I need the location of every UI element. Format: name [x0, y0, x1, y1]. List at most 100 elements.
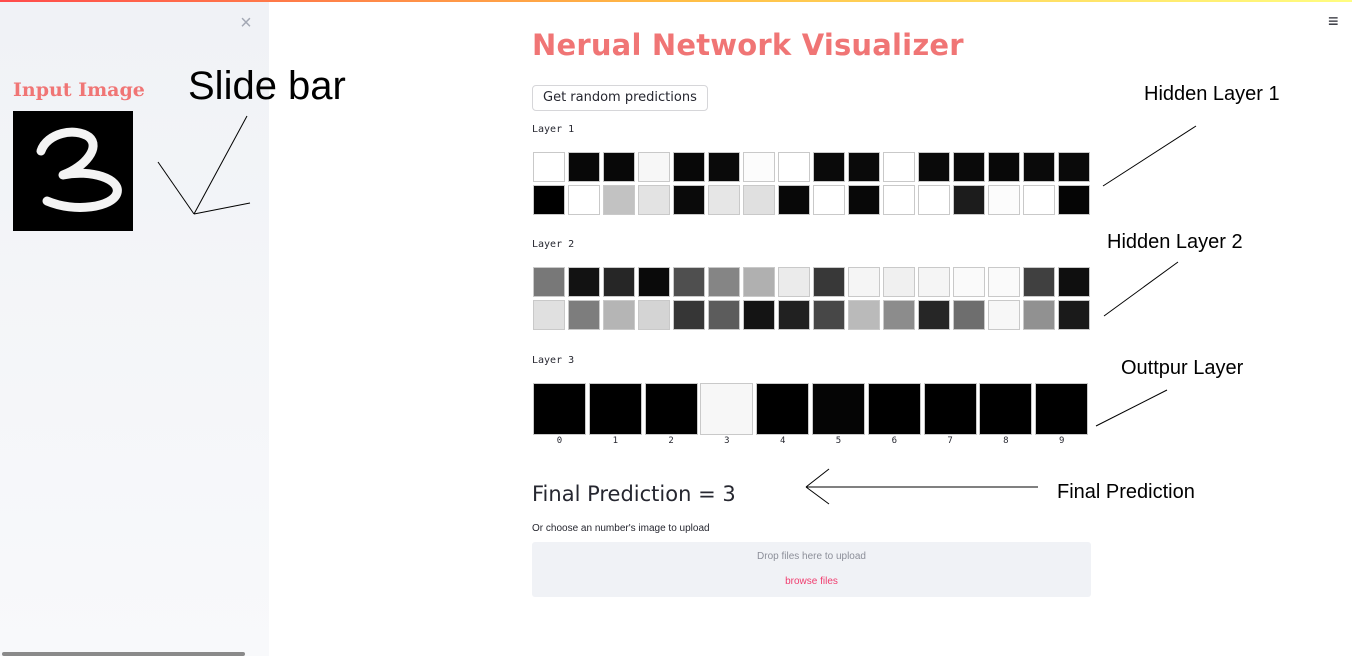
output-neuron-label: 9 [1058, 436, 1065, 446]
layer-2-label: Layer 2 [532, 239, 575, 250]
output-neuron-cell [812, 383, 865, 435]
neuron-cell [953, 300, 985, 330]
neuron-cell [813, 152, 845, 182]
output-neuron-label: 5 [835, 436, 842, 446]
neuron-cell [778, 152, 810, 182]
neuron-cell [533, 300, 565, 330]
neuron-cell [673, 185, 705, 215]
output-layer-pointer [1095, 389, 1168, 427]
get-random-predictions-button[interactable]: Get random predictions [532, 85, 708, 111]
neuron-cell [568, 185, 600, 215]
output-neuron-label: 0 [556, 436, 563, 446]
drop-text: Drop files here to upload [757, 551, 866, 562]
final-prediction-text: Final Prediction = 3 [532, 482, 736, 506]
neuron-cell [708, 185, 740, 215]
neuron-cell [638, 152, 670, 182]
sidebar-scrollbar[interactable] [2, 652, 245, 656]
annotation-output-layer: Outtpur Layer [1121, 357, 1244, 379]
neuron-cell [533, 185, 565, 215]
output-neuron-cell [533, 383, 586, 435]
hamburger-menu-icon[interactable]: ≡ [1328, 10, 1346, 32]
neuron-cell [778, 300, 810, 330]
neuron-cell [568, 300, 600, 330]
layer-1-label: Layer 1 [532, 124, 575, 135]
final-prediction-arrow-head-bottom [805, 486, 830, 505]
neuron-cell [533, 152, 565, 182]
annotation-hidden-layer-2: Hidden Layer 2 [1107, 231, 1243, 253]
neuron-cell [603, 300, 635, 330]
neuron-cell [813, 300, 845, 330]
neuron-cell [603, 267, 635, 297]
neuron-cell [918, 300, 950, 330]
neuron-cell [708, 152, 740, 182]
output-neuron-cell [979, 383, 1033, 435]
neuron-cell [708, 267, 740, 297]
neuron-cell [988, 185, 1020, 215]
neuron-cell [743, 300, 775, 330]
output-neuron-cell [700, 383, 754, 435]
hidden-layer-2-pointer [1103, 261, 1179, 317]
neuron-cell [743, 152, 775, 182]
neuron-cell [743, 267, 775, 297]
annotation-final-prediction: Final Prediction [1057, 481, 1195, 503]
output-neuron-cell [588, 383, 642, 435]
input-digit-image [13, 111, 133, 231]
output-neuron-cell [1035, 383, 1089, 435]
neuron-cell [953, 185, 985, 215]
neuron-cell [1058, 267, 1090, 297]
page-title: Nerual Network Visualizer [532, 28, 964, 62]
neuron-cell [848, 300, 880, 330]
close-icon[interactable]: × [237, 12, 255, 34]
output-neuron-cell [644, 383, 698, 435]
neuron-cell [673, 152, 705, 182]
neuron-cell [813, 185, 845, 215]
neuron-cell [813, 267, 845, 297]
neuron-cell [568, 152, 600, 182]
neuron-cell [778, 185, 810, 215]
neuron-cell [883, 300, 915, 330]
output-neuron-label: 4 [779, 436, 786, 446]
neuron-cell [1023, 300, 1055, 330]
digit-drawing [13, 111, 133, 231]
neuron-cell [988, 267, 1020, 297]
neuron-cell [988, 152, 1020, 182]
layer-3-label: Layer 3 [532, 355, 575, 366]
hidden-layer-1-pointer [1102, 125, 1197, 187]
output-neuron-label: 2 [668, 436, 674, 446]
output-neuron-label: 3 [724, 436, 730, 446]
neuron-cell [673, 300, 705, 330]
annotation-slide-bar: Slide bar [188, 64, 346, 108]
output-neuron-label: 7 [947, 436, 953, 446]
neuron-cell [953, 152, 985, 182]
neuron-cell [918, 267, 950, 297]
browse-files-link[interactable]: browse files [532, 576, 1091, 587]
neuron-cell [848, 185, 880, 215]
neuron-cell [1058, 185, 1090, 215]
output-neuron-cell [756, 383, 810, 435]
output-neuron-cell [867, 383, 921, 435]
annotation-hidden-layer-1: Hidden Layer 1 [1144, 83, 1280, 105]
upload-label: Or choose an number's image to upload [532, 523, 710, 534]
neuron-cell [1058, 300, 1090, 330]
file-dropzone[interactable]: Drop files here to upload browse files [532, 542, 1091, 597]
neuron-cell [603, 185, 635, 215]
neuron-cell [638, 267, 670, 297]
neuron-cell [568, 267, 600, 297]
neuron-cell [1023, 185, 1055, 215]
neuron-cell [673, 267, 705, 297]
neuron-cell [883, 267, 915, 297]
final-prediction-arrow-head-top [805, 468, 830, 488]
neuron-cell [848, 267, 880, 297]
neuron-cell [918, 152, 950, 182]
neuron-cell [708, 300, 740, 330]
neuron-cell [883, 152, 915, 182]
neuron-cell [1023, 152, 1055, 182]
neuron-cell [988, 300, 1020, 330]
neuron-cell [883, 185, 915, 215]
output-neuron-label: 6 [891, 436, 897, 446]
neuron-cell [1058, 152, 1090, 182]
sidebar-title: Input Image [13, 79, 145, 101]
neuron-cell [953, 267, 985, 297]
neuron-cell [533, 267, 565, 297]
neuron-cell [1023, 267, 1055, 297]
